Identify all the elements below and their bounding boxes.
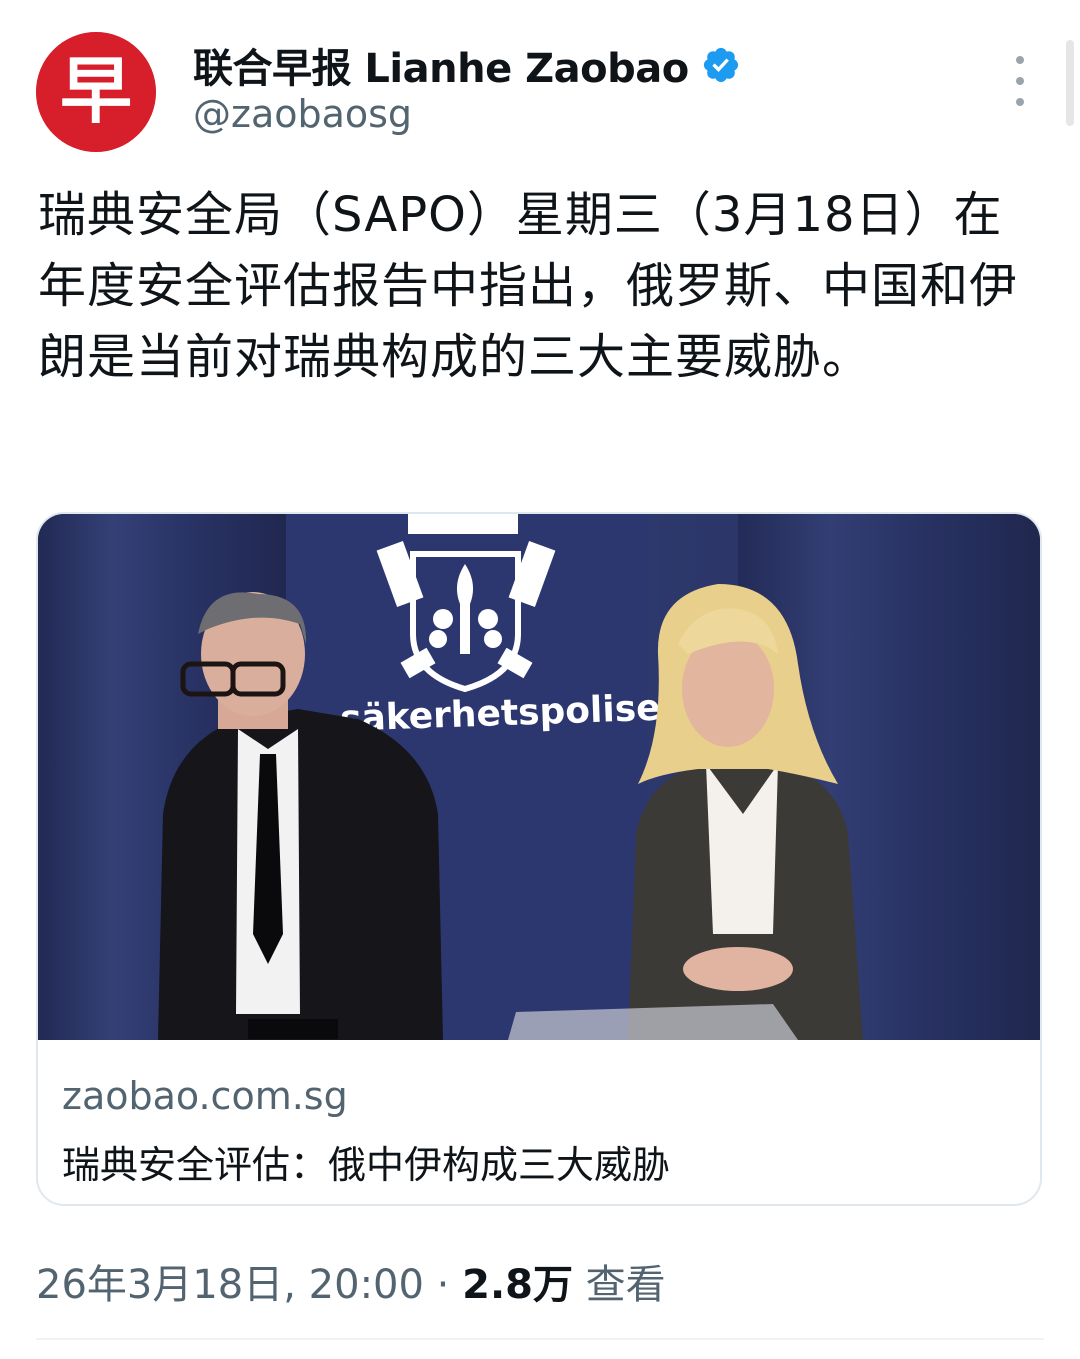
author-display-name[interactable]: 联合早报 Lianhe Zaobao [193, 36, 689, 94]
verified-badge-icon [703, 47, 738, 83]
more-options-button[interactable] [1004, 56, 1036, 106]
author-avatar[interactable]: 早 [36, 32, 156, 152]
scrollbar-thumb[interactable] [1066, 40, 1074, 126]
article-photo: säkerhetspolisen [38, 514, 1040, 1040]
divider [36, 1338, 1044, 1340]
more-dot [1016, 98, 1024, 106]
link-preview-card[interactable]: säkerhetspolisen zaobao.com.sg 瑞典安全评估：俄中… [36, 512, 1042, 1206]
tweet-timestamp[interactable]: 26年3月18日, 20:00 [36, 1262, 424, 1308]
author-handle[interactable]: @zaobaosg [193, 92, 412, 136]
avatar-glyph: 早 [60, 48, 132, 133]
card-domain: zaobao.com.sg [62, 1074, 348, 1118]
tweet-detail-page: 早 联合早报 Lianhe Zaobao @zaobaosg 瑞典安全局（SAP… [0, 0, 1080, 1359]
more-vertical-icon [1016, 56, 1024, 64]
card-title: 瑞典安全评估：俄中伊构成三大威胁 [62, 1143, 671, 1187]
views-label: 查看 [572, 1262, 666, 1308]
more-dot [1016, 77, 1024, 85]
zaobao-logo-icon: 早 [36, 32, 156, 152]
views-count: 2.8万 [462, 1262, 573, 1308]
tweet-text: 瑞典安全局（SAPO）星期三（3月18日）在年度安全评估报告中指出，俄罗斯、中国… [38, 187, 1019, 385]
meta-separator: · [423, 1262, 463, 1308]
tweet-meta: 26年3月18日, 20:00 · 2.8万 查看 [36, 1252, 666, 1310]
author-display-name-row[interactable]: 联合早报 Lianhe Zaobao [193, 36, 741, 94]
